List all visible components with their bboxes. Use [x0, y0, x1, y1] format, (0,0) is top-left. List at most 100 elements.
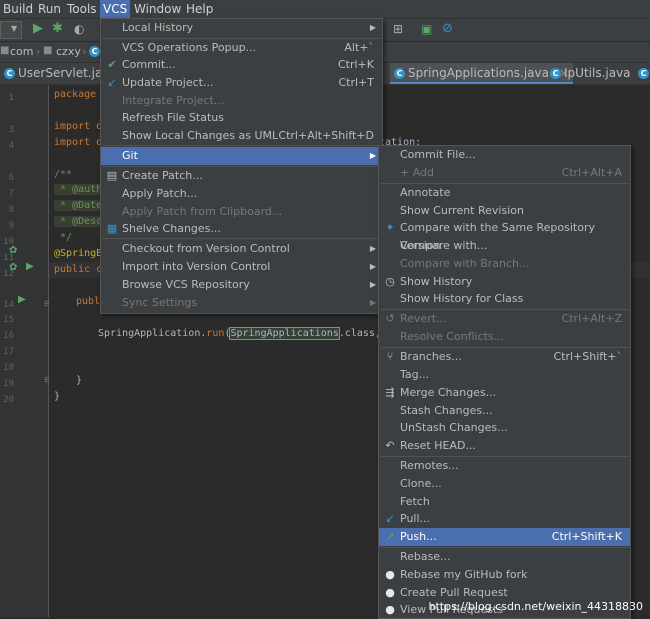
update-arrow-icon: ↙ [107, 76, 117, 89]
menu-item-label: Compare with Branch... [400, 257, 530, 270]
git-menu-item-tag[interactable]: Tag... [379, 366, 630, 384]
run-gutter-icon[interactable]: ▶ [18, 294, 26, 305]
menu-separator [380, 309, 629, 310]
vcs-menu-item-local-history[interactable]: Local History ▶ [101, 19, 382, 37]
vcs-menu-item-git[interactable]: Git ▶ [101, 147, 382, 165]
menu-help[interactable]: Help [186, 0, 213, 18]
menu-item-label: Local History [122, 21, 194, 34]
menu-item-label: Apply Patch from Clipboard... [122, 205, 283, 218]
git-menu-item-rebase[interactable]: Rebase... [379, 548, 630, 566]
spring-bean-icon[interactable]: ✿ [9, 262, 17, 273]
line-number: 19 [3, 379, 14, 389]
menu-item-label: Update Project... [122, 76, 214, 89]
menu-separator [102, 166, 381, 167]
git-menu-item-commit-file[interactable]: Commit File... [379, 146, 630, 164]
git-menu-item-clone[interactable]: Clone... [379, 475, 630, 493]
git-menu-item-stash-changes[interactable]: Stash Changes... [379, 402, 630, 420]
git-menu-item-compare-with-branch: Compare with Branch... [379, 255, 630, 273]
vcs-menu-item-update-project[interactable]: ↙ Update Project... Ctrl+T [101, 74, 382, 92]
line-number: 17 [3, 347, 14, 357]
menu-item-label: Git [122, 149, 138, 162]
breadcrumb-com[interactable]: com [10, 45, 34, 58]
git-menu-item-unstash-changes[interactable]: UnStash Changes... [379, 419, 630, 437]
git-menu-item-push[interactable]: ↗ Push... Ctrl+Shift+K [379, 528, 630, 546]
git-menu-item-resolve-conflicts: Resolve Conflicts... [379, 328, 630, 346]
chevron-down-icon: ▼ [11, 24, 18, 33]
git-menu-item-remotes[interactable]: Remotes... [379, 457, 630, 475]
menu-vcs[interactable]: VCS [100, 0, 131, 18]
compare-icon: ✦ [385, 221, 395, 234]
breadcrumb-czxy[interactable]: czxy [56, 45, 81, 58]
git-menu-item-pull[interactable]: ↙ Pull... [379, 510, 630, 528]
vcs-menu-item-commit[interactable]: ✔ Commit... Ctrl+K [101, 56, 382, 74]
vcs-menu-item-create-patch[interactable]: ▤ Create Patch... [101, 167, 382, 185]
tab-iputils[interactable]: CIpUtils.java × [546, 63, 650, 101]
pull-icon: ↙ [385, 512, 395, 525]
patch-icon: ▤ [106, 169, 118, 182]
vcs-menu-item-sync-settings: Sync Settings ▶ [101, 294, 382, 312]
shortcut-label: Ctrl+Alt+Z [561, 312, 622, 325]
git-menu-item-reset-head[interactable]: ↶ Reset HEAD... [379, 437, 630, 455]
git-menu-item-show-history-for-class[interactable]: Show History for Class [379, 290, 630, 308]
vcs-menu-item-apply-patch[interactable]: Apply Patch... [101, 185, 382, 203]
shortcut-label: Ctrl+Alt+Shift+D [278, 129, 374, 142]
shortcut-label: Ctrl+T [338, 76, 374, 89]
menu-build[interactable]: Build [3, 0, 33, 18]
menu-item-label: Create Patch... [122, 169, 203, 182]
menu-bar: Build Run Tools VCS Window Help [0, 0, 650, 19]
vcs-menu-item-refresh-file-status[interactable]: Refresh File Status [101, 109, 382, 127]
vcs-menu-item-import-into-version-control[interactable]: Import into Version Control ▶ [101, 258, 382, 276]
structure-icon[interactable]: ⊞ [393, 22, 403, 36]
git-menu-item-fetch[interactable]: Fetch [379, 493, 630, 511]
git-menu-item-rebase-my-github-fork[interactable]: ● Rebase my GitHub fork [379, 566, 630, 584]
git-menu-item-show-current-revision[interactable]: Show Current Revision [379, 202, 630, 220]
run-gutter-icon[interactable]: ▶ [26, 261, 34, 272]
push-icon: ↗ [385, 530, 395, 543]
github-icon: ● [385, 568, 395, 581]
git-menu-item-show-history[interactable]: ◷ Show History [379, 273, 630, 291]
line-number: 7 [8, 189, 14, 199]
editor-gutter: 1 3 4 6 7 8 9 10 11 12 14 15 16 17 18 19… [0, 85, 51, 617]
menu-item-label: Pull... [400, 512, 431, 525]
monitor-icon[interactable]: ▣ [421, 22, 432, 36]
menu-run[interactable]: Run [38, 0, 61, 18]
menu-tools[interactable]: Tools [67, 0, 97, 18]
spring-bean-icon[interactable]: ✿ [9, 245, 17, 256]
shortcut-label: Alt+` [344, 41, 374, 54]
vcs-menu-item-show-local-changes-as-uml[interactable]: Show Local Changes as UML Ctrl+Alt+Shift+… [101, 127, 382, 145]
vcs-menu-item-vcs-operations-popup[interactable]: VCS Operations Popup... Alt+` [101, 39, 382, 57]
github-icon: ● [385, 586, 395, 599]
vcs-menu-item-browse-vcs-repository[interactable]: Browse VCS Repository ▶ [101, 276, 382, 294]
git-menu-item-annotate[interactable]: Annotate [379, 184, 630, 202]
chevron-right-icon: › [82, 45, 87, 58]
line-number: 4 [8, 141, 14, 151]
shortcut-label: Ctrl+Shift+K [551, 530, 622, 543]
menu-separator [102, 38, 381, 39]
coverage-icon[interactable]: ◐ [74, 22, 84, 36]
menu-item-label: Annotate [400, 186, 451, 199]
class-icon: C [638, 68, 649, 79]
git-menu-item-compare-with[interactable]: Compare with... [379, 237, 630, 255]
menu-item-label: Tag... [400, 368, 430, 381]
line-number: 3 [8, 125, 14, 135]
menu-window[interactable]: Window [134, 0, 181, 18]
vcs-menu-item-checkout-from-version-control[interactable]: Checkout from Version Control ▶ [101, 240, 382, 258]
debug-icon[interactable]: ✱ [52, 21, 63, 36]
git-menu-item-compare-with-the-same-repository-version[interactable]: ✦ Compare with the Same Repository Versio… [379, 219, 630, 252]
menu-item-label: Stash Changes... [400, 404, 493, 417]
menu-item-label: Fetch [400, 495, 430, 508]
menu-item-label: Rebase my GitHub fork [400, 568, 528, 581]
submenu-arrow-icon: ▶ [369, 280, 376, 289]
menu-item-label: Reset HEAD... [400, 439, 476, 452]
submenu-arrow-icon: ▶ [369, 23, 376, 32]
menu-separator [102, 145, 381, 146]
no-sign-icon[interactable]: ⊘ [442, 21, 453, 36]
vcs-menu-item-shelve-changes[interactable]: ▦ Shelve Changes... [101, 220, 382, 238]
code-doc: /** [54, 169, 73, 180]
run-icon[interactable]: ▶ [33, 21, 43, 36]
code-doc: */ [54, 232, 73, 243]
menu-item-label: Checkout from Version Control [122, 242, 290, 255]
menu-item-label: Rebase... [400, 550, 451, 563]
git-menu-item-merge-changes[interactable]: ⇶ Merge Changes... [379, 384, 630, 402]
git-menu-item-branches[interactable]: ⑂ Branches... Ctrl+Shift+` [379, 348, 630, 366]
